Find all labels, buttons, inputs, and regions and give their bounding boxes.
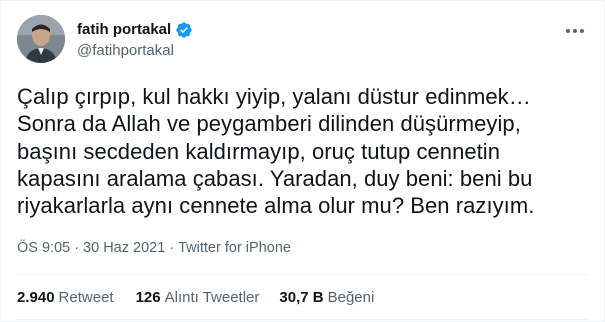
tweet-text: Çalıp çırpıp, kul hakkı yiyip, yalanı dü… <box>17 84 535 219</box>
tweet-date[interactable]: 30 Haz 2021 <box>83 239 165 257</box>
likes-stat[interactable]: 30,7 B Beğeni <box>279 289 374 307</box>
likes-count: 30,7 B <box>279 289 324 306</box>
meta-separator: · <box>74 240 80 256</box>
tweet-time[interactable]: ÖS 9:05 <box>17 239 70 257</box>
retweets-label: Retweet <box>58 289 114 306</box>
avatar-photo-icon <box>17 15 65 63</box>
author-display-name[interactable]: fatih portakal <box>77 21 171 39</box>
author-handle[interactable]: @fatihportakal <box>77 42 174 60</box>
author-avatar[interactable] <box>17 15 65 63</box>
likes-label: Beğeni <box>327 289 375 306</box>
tweet-meta: ÖS 9:05 · 30 Haz 2021 · Twitter for iPho… <box>17 239 291 257</box>
retweets-stat[interactable]: 2.940 Retweet <box>17 289 114 307</box>
verified-badge-icon <box>175 21 193 39</box>
quote-tweets-label: Alıntı Tweetler <box>164 289 260 306</box>
quote-tweets-count: 126 <box>135 289 161 306</box>
more-options-icon[interactable] <box>563 21 587 41</box>
meta-separator: · <box>169 240 175 256</box>
divider <box>17 274 588 275</box>
tweet-stats: 2.940 Retweet 126 Alıntı Tweetler 30,7 B… <box>17 289 374 307</box>
tweet-source[interactable]: Twitter for iPhone <box>178 239 291 257</box>
author-name-row[interactable]: fatih portakal <box>77 21 193 39</box>
quote-tweets-stat[interactable]: 126 Alıntı Tweetler <box>136 289 260 307</box>
tweet-card: fatih portakal @fatihportakal Çalıp çırp… <box>0 0 605 322</box>
retweets-count: 2.940 <box>17 289 55 306</box>
divider <box>17 319 588 320</box>
